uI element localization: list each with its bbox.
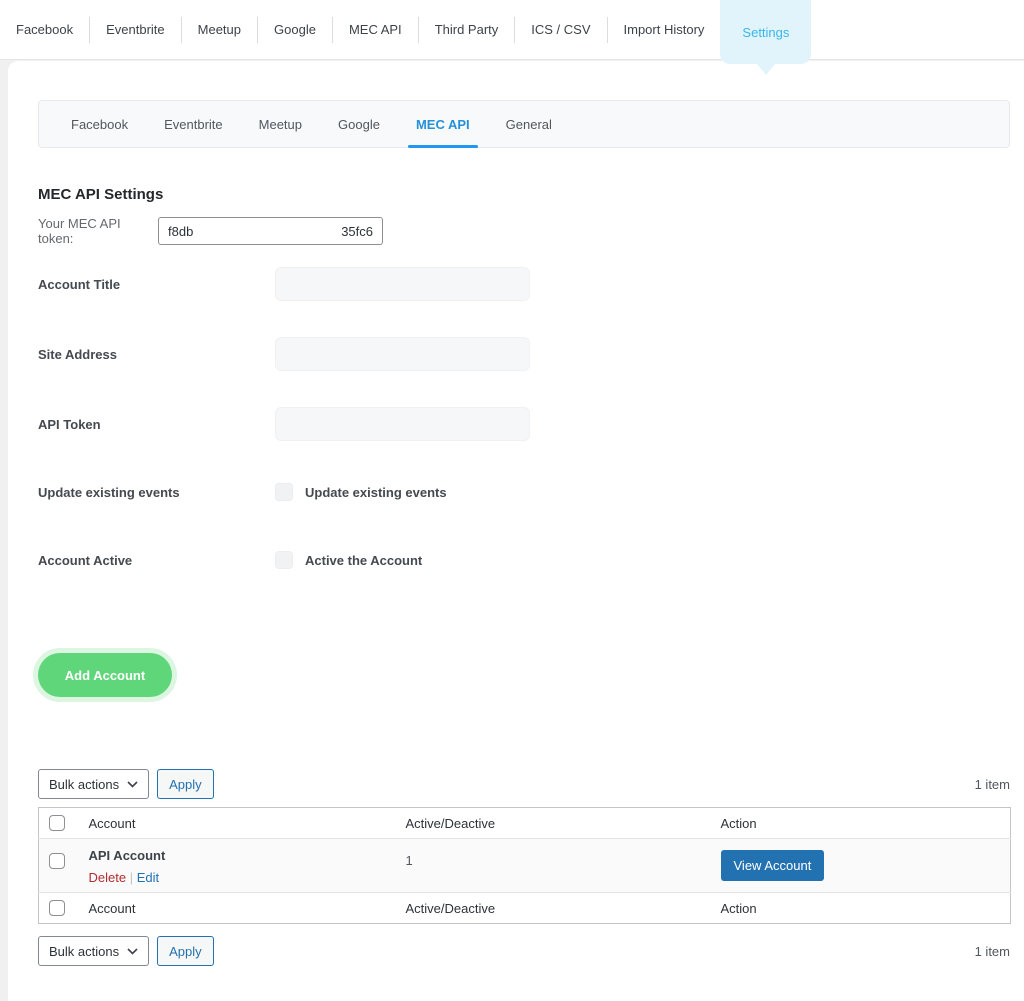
edit-link[interactable]: Edit xyxy=(137,870,159,885)
token-value-start: f8db xyxy=(168,224,193,239)
api-token-label: Your MEC API token: xyxy=(38,216,158,246)
page-title: MEC API Settings xyxy=(38,186,1010,203)
account-active-checkbox-label: Active the Account xyxy=(305,553,422,568)
site-address-label: Site Address xyxy=(38,347,275,362)
account-active-label: Account Active xyxy=(38,553,275,568)
link-separator: | xyxy=(130,870,133,885)
list-toolbar-bottom: Bulk actions Apply 1 item xyxy=(38,936,1010,966)
apply-button[interactable]: Apply xyxy=(157,769,214,799)
select-all-checkbox[interactable] xyxy=(49,815,65,831)
account-name: API Account xyxy=(89,846,386,863)
table-row: API Account Delete | Edit 1 View Account xyxy=(39,839,1011,893)
token-value-end: 35fc6 xyxy=(341,224,373,239)
chevron-down-icon xyxy=(127,948,138,955)
add-account-button[interactable]: Add Account xyxy=(38,653,172,697)
column-header-account: Account xyxy=(79,808,396,839)
column-header-active-deactive: Active/Deactive xyxy=(396,808,711,839)
account-title-input[interactable] xyxy=(275,267,530,301)
table-footer-row: Account Active/Deactive Action xyxy=(39,893,1011,924)
item-count-bottom: 1 item xyxy=(975,944,1010,959)
import-tab-bar: Facebook Eventbrite Meetup Google MEC AP… xyxy=(0,0,1024,60)
subtab-general[interactable]: General xyxy=(488,101,570,147)
update-existing-events-row: Update existing events Update existing e… xyxy=(38,483,1010,501)
update-existing-events-label: Update existing events xyxy=(38,485,275,500)
chevron-down-icon xyxy=(127,781,138,788)
api-token-input[interactable] xyxy=(275,407,530,441)
footer-column-active-deactive: Active/Deactive xyxy=(396,893,711,924)
bulk-actions-select[interactable]: Bulk actions xyxy=(38,769,149,799)
footer-column-action: Action xyxy=(711,893,1011,924)
account-title-row: Account Title xyxy=(38,267,1010,301)
mec-api-token-input[interactable]: f8db 35fc6 xyxy=(158,217,383,245)
footer-column-account: Account xyxy=(79,893,396,924)
delete-link[interactable]: Delete xyxy=(89,870,127,885)
api-token-row: Your MEC API token: f8db 35fc6 xyxy=(38,217,1010,245)
tab-mec-api[interactable]: MEC API xyxy=(333,22,418,37)
tab-meetup[interactable]: Meetup xyxy=(182,22,257,37)
row-select-checkbox[interactable] xyxy=(49,853,65,869)
tab-import-history[interactable]: Import History xyxy=(608,22,721,37)
apply-button-bottom[interactable]: Apply xyxy=(157,936,214,966)
tab-ics-csv[interactable]: ICS / CSV xyxy=(515,22,606,37)
view-account-button[interactable]: View Account xyxy=(721,850,825,881)
account-active-checkbox[interactable] xyxy=(275,551,293,569)
account-title-label: Account Title xyxy=(38,277,275,292)
site-address-input[interactable] xyxy=(275,337,530,371)
tab-facebook[interactable]: Facebook xyxy=(16,22,89,37)
mec-api-settings-section: MEC API Settings Your MEC API token: f8d… xyxy=(38,178,1010,966)
list-toolbar-top: Bulk actions Apply 1 item xyxy=(38,769,1010,799)
site-address-row: Site Address xyxy=(38,337,1010,371)
tab-settings[interactable]: Settings xyxy=(720,0,811,64)
tab-eventbrite[interactable]: Eventbrite xyxy=(90,22,181,37)
accounts-table: Account Active/Deactive Action API Accou… xyxy=(38,807,1011,924)
account-active-row: Account Active Active the Account xyxy=(38,551,1010,569)
subtab-facebook[interactable]: Facebook xyxy=(53,101,146,147)
update-existing-events-checkbox[interactable] xyxy=(275,483,293,501)
tab-third-party[interactable]: Third Party xyxy=(419,22,515,37)
subtab-meetup[interactable]: Meetup xyxy=(241,101,320,147)
tab-google[interactable]: Google xyxy=(258,22,332,37)
subtab-eventbrite[interactable]: Eventbrite xyxy=(146,101,241,147)
row-actions: Delete | Edit xyxy=(89,870,386,885)
subtab-mec-api[interactable]: MEC API xyxy=(398,101,488,147)
bulk-actions-select-bottom[interactable]: Bulk actions xyxy=(38,936,149,966)
active-deactive-value: 1 xyxy=(406,853,413,868)
bulk-actions-label-bottom: Bulk actions xyxy=(49,944,119,959)
api-token-field-row: API Token xyxy=(38,407,1010,441)
select-all-checkbox-bottom[interactable] xyxy=(49,900,65,916)
subtab-google[interactable]: Google xyxy=(320,101,398,147)
api-token-field-label: API Token xyxy=(38,417,275,432)
settings-panel: Facebook Eventbrite Meetup Google MEC AP… xyxy=(8,61,1024,1001)
update-existing-events-checkbox-label: Update existing events xyxy=(305,485,447,500)
settings-sub-tab-bar: Facebook Eventbrite Meetup Google MEC AP… xyxy=(38,100,1010,148)
bulk-actions-label: Bulk actions xyxy=(49,777,119,792)
table-header-row: Account Active/Deactive Action xyxy=(39,808,1011,839)
item-count: 1 item xyxy=(975,777,1010,792)
column-header-action: Action xyxy=(711,808,1011,839)
